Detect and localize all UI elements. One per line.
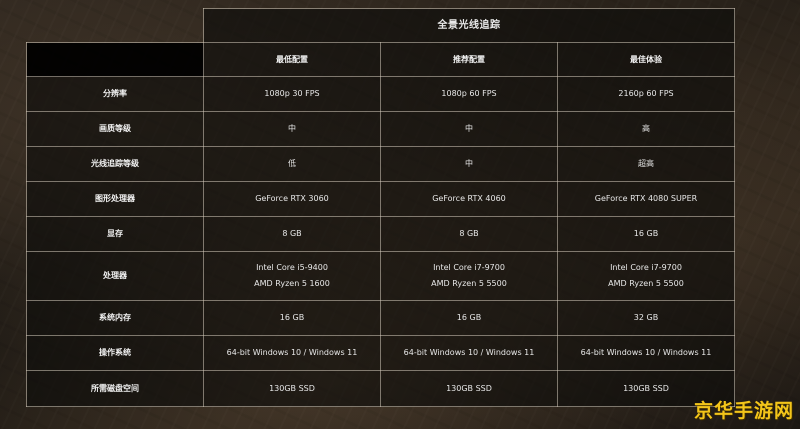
table-row: 操作系统 64-bit Windows 10 / Windows 11 64-b… <box>26 335 735 371</box>
table-row: 系统内存 16 GB 16 GB 32 GB <box>26 300 735 336</box>
table-cell: 130GB SSD <box>203 370 381 407</box>
table-cell: Intel Core i7-9700 AMD Ryzen 5 5500 <box>557 251 735 301</box>
cpu-amd: AMD Ryzen 5 5500 <box>431 279 507 288</box>
title-row: 全景光线追踪 <box>27 8 735 43</box>
table-cell: GeForce RTX 3060 <box>203 181 381 217</box>
table-row: 分辨率 1080p 30 FPS 1080p 60 FPS 2160p 60 F… <box>26 76 735 112</box>
cpu-amd: AMD Ryzen 5 1600 <box>254 279 330 288</box>
table-cell: Intel Core i7-9700 AMD Ryzen 5 5500 <box>380 251 558 301</box>
row-label: 分辨率 <box>26 76 204 112</box>
table-cell: 中 <box>380 111 558 147</box>
table-cell: 中 <box>380 146 558 182</box>
row-label: 图形处理器 <box>26 181 204 217</box>
header-row: 最低配置 推荐配置 最佳体验 <box>26 42 735 77</box>
table-title: 全景光线追踪 <box>203 8 735 43</box>
cpu-amd: AMD Ryzen 5 5500 <box>608 279 684 288</box>
cpu-intel: Intel Core i7-9700 <box>610 263 682 273</box>
row-label: 系统内存 <box>26 300 204 336</box>
table-cell: 超高 <box>557 146 735 182</box>
table-row: 图形处理器 GeForce RTX 3060 GeForce RTX 4060 … <box>26 181 735 217</box>
table-cell: 高 <box>557 111 735 147</box>
table-row: 处理器 Intel Core i5-9400 AMD Ryzen 5 1600 … <box>26 251 735 301</box>
cpu-intel: Intel Core i5-9400 <box>256 263 328 273</box>
row-label: 所需磁盘空间 <box>26 370 204 407</box>
row-label: 光线追踪等级 <box>26 146 204 182</box>
table-cell: 16 GB <box>557 216 735 252</box>
table-cell: 64-bit Windows 10 / Windows 11 <box>203 335 381 371</box>
table-cell: 8 GB <box>380 216 558 252</box>
site-watermark: 京华手游网 <box>693 400 794 422</box>
table-cell: 1080p 30 FPS <box>203 76 381 112</box>
row-label: 处理器 <box>26 251 204 301</box>
table-cell: 低 <box>203 146 381 182</box>
table-cell: GeForce RTX 4080 SUPER <box>557 181 735 217</box>
col-header-best: 最佳体验 <box>557 42 735 77</box>
table-row: 画质等级 中 中 高 <box>26 111 735 147</box>
system-requirements-table: 全景光线追踪 最低配置 推荐配置 最佳体验 分辨率 1080p 30 FPS 1… <box>26 8 735 407</box>
title-spacer <box>27 9 204 43</box>
table-cell: 64-bit Windows 10 / Windows 11 <box>557 335 735 371</box>
table-cell: 16 GB <box>203 300 381 336</box>
table-cell: 32 GB <box>557 300 735 336</box>
table-cell: 16 GB <box>380 300 558 336</box>
table-cell: 64-bit Windows 10 / Windows 11 <box>380 335 558 371</box>
table-row: 光线追踪等级 低 中 超高 <box>26 146 735 182</box>
table-cell: 8 GB <box>203 216 381 252</box>
col-header-recommended: 推荐配置 <box>380 42 558 77</box>
table-row: 显存 8 GB 8 GB 16 GB <box>26 216 735 252</box>
col-header-minimum: 最低配置 <box>203 42 381 77</box>
table-cell: GeForce RTX 4060 <box>380 181 558 217</box>
table-cell: 130GB SSD <box>380 370 558 407</box>
table-cell: 中 <box>203 111 381 147</box>
row-label: 画质等级 <box>26 111 204 147</box>
cpu-intel: Intel Core i7-9700 <box>433 263 505 273</box>
table-cell: 1080p 60 FPS <box>380 76 558 112</box>
row-label: 操作系统 <box>26 335 204 371</box>
table-row: 所需磁盘空间 130GB SSD 130GB SSD 130GB SSD <box>26 370 735 407</box>
header-corner <box>26 42 204 77</box>
row-label: 显存 <box>26 216 204 252</box>
table-cell: 2160p 60 FPS <box>557 76 735 112</box>
table-cell: Intel Core i5-9400 AMD Ryzen 5 1600 <box>203 251 381 301</box>
